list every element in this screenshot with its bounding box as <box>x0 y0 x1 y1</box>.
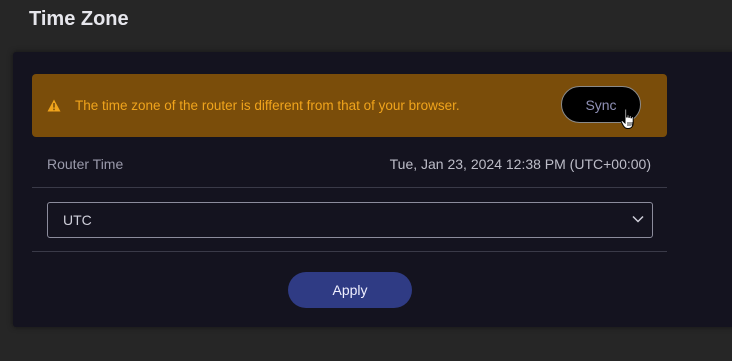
router-time-value: Tue, Jan 23, 2024 12:38 PM (UTC+00:00) <box>389 156 651 172</box>
router-time-label: Router Time <box>47 156 124 172</box>
time-zone-panel: The time zone of the router is different… <box>13 52 732 327</box>
apply-button[interactable]: Apply <box>288 272 412 308</box>
warning-message: The time zone of the router is different… <box>75 98 460 113</box>
divider <box>32 251 667 252</box>
divider <box>32 187 667 188</box>
hand-cursor-icon <box>620 108 634 129</box>
timezone-mismatch-banner: The time zone of the router is different… <box>32 74 667 137</box>
warning-triangle-icon <box>47 99 61 112</box>
page-title: Time Zone <box>29 8 129 30</box>
timezone-select-value: UTC <box>63 212 92 228</box>
chevron-down-icon <box>632 215 644 223</box>
timezone-select[interactable]: UTC <box>47 202 653 238</box>
